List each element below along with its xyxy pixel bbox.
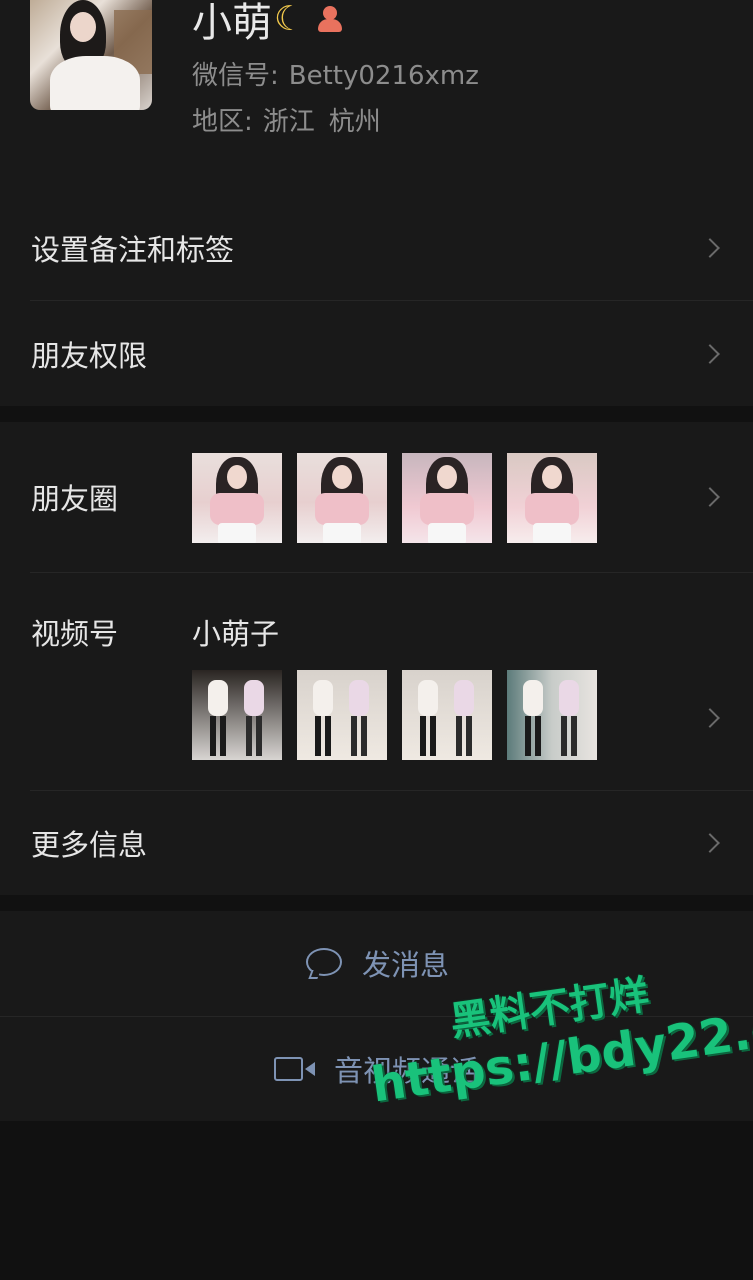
- channels-video-thumb: [297, 670, 387, 760]
- region-province: 浙江: [262, 107, 315, 137]
- moments-photo: [297, 453, 387, 543]
- channels-thumbnails: [192, 670, 597, 760]
- channels-label: 视频号: [31, 617, 119, 651]
- contact-name: 小萌: [192, 0, 272, 46]
- avatar-coat-shape: [50, 56, 140, 110]
- remark-row[interactable]: 设置备注和标签: [0, 196, 753, 300]
- more-info-row[interactable]: 更多信息: [0, 791, 753, 895]
- avatar[interactable]: [30, 0, 152, 110]
- name-row: 小萌 ☾: [192, 0, 344, 46]
- channel-name: 小萌子: [192, 617, 280, 651]
- permissions-row[interactable]: 朋友权限: [0, 301, 753, 406]
- wechat-id-value: Betty0216xmz: [288, 61, 479, 91]
- region-row: 地区: 浙江 杭州: [192, 101, 381, 138]
- permissions-label: 朋友权限: [31, 338, 148, 373]
- avatar-face-shape: [70, 12, 96, 42]
- more-info-label: 更多信息: [31, 828, 148, 862]
- chat-bubble-icon: [304, 946, 344, 980]
- chevron-right-icon: [700, 487, 720, 507]
- channels-video-thumb: [402, 670, 492, 760]
- moments-row[interactable]: 朋友圈: [0, 422, 753, 572]
- moments-photo: [402, 453, 492, 543]
- video-call-label: 音视频通话: [333, 1054, 479, 1088]
- crescent-moon-icon: ☾: [274, 0, 305, 39]
- send-message-label: 发消息: [361, 948, 449, 982]
- region-label: 地区:: [192, 107, 253, 137]
- content-block: 朋友圈 视频号 更多信息: [0, 422, 753, 895]
- send-message-button[interactable]: 发消息: [0, 911, 753, 1015]
- wechat-id-row: 微信号: Betty0216xmz: [192, 55, 479, 92]
- profile-header: 小萌 ☾ 微信号: Betty0216xmz 地区: 浙江 杭州: [0, 0, 753, 196]
- region-city: 杭州: [328, 107, 381, 137]
- video-call-button[interactable]: 音视频通话: [0, 1017, 753, 1121]
- settings-block: 设置备注和标签 朋友权限: [0, 196, 753, 406]
- moments-label: 朋友圈: [31, 482, 119, 516]
- user-badge-icon: [316, 4, 344, 34]
- video-camera-icon: [273, 1055, 316, 1083]
- channels-row[interactable]: 视频号: [0, 573, 753, 790]
- channels-video-thumb: [192, 670, 282, 760]
- chevron-right-icon: [700, 238, 720, 258]
- moments-photo: [507, 453, 597, 543]
- remark-label: 设置备注和标签: [31, 233, 235, 267]
- moments-thumbnails: [192, 453, 597, 543]
- chevron-right-icon: [700, 708, 720, 728]
- channels-video-thumb: [507, 670, 597, 760]
- chevron-right-icon: [700, 343, 720, 364]
- wechat-id-label: 微信号:: [192, 61, 279, 91]
- actions-block: 发消息 音视频通话: [0, 911, 753, 1121]
- contact-profile-page: 小萌 ☾ 微信号: Betty0216xmz 地区: 浙江 杭州 设置备注和标签 朋友…: [0, 0, 753, 1280]
- moments-photo: [192, 453, 282, 543]
- chevron-right-icon: [700, 833, 720, 853]
